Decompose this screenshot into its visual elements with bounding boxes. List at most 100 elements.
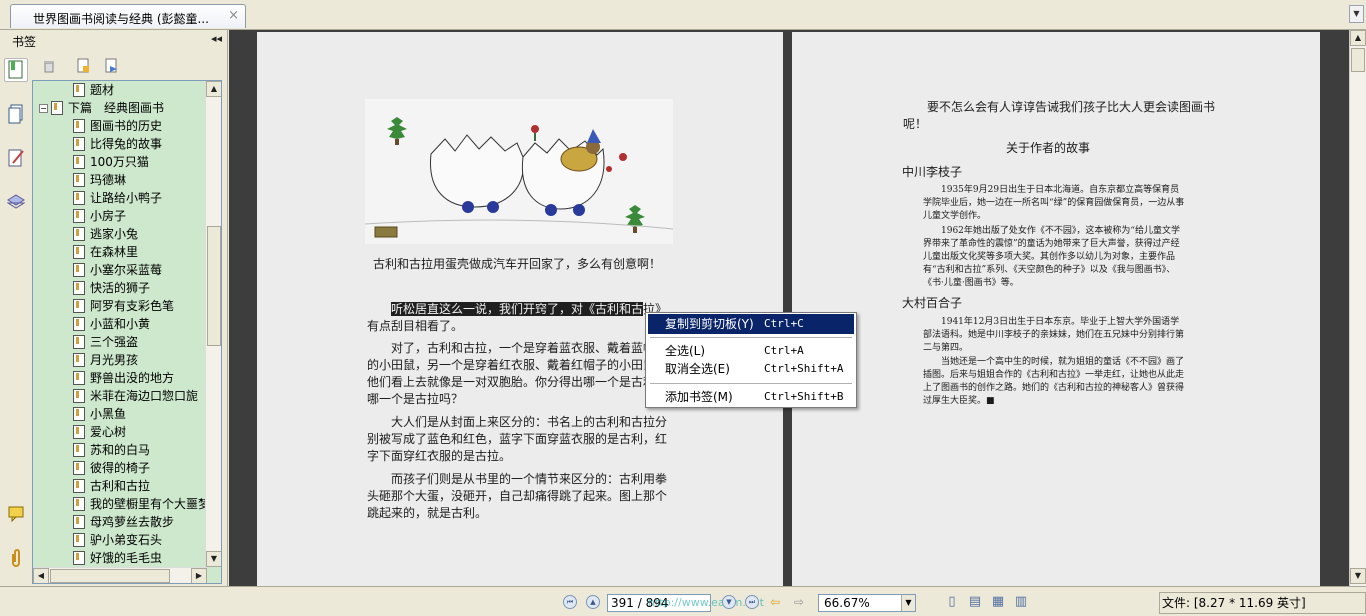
bookmark-horizontal-scrollbar[interactable]: ◀ ▶ (33, 567, 207, 583)
author-2-name: 大村百合子 (902, 296, 963, 310)
continuous-layout-icon[interactable]: ▤ (967, 594, 983, 610)
previous-page-icon[interactable]: ▲ (586, 595, 600, 609)
comments-panel-icon[interactable] (4, 502, 28, 526)
bookmark-item[interactable]: 古利和古拉 (33, 477, 207, 495)
bookmark-item[interactable]: 苏和的白马 (33, 441, 207, 459)
menu-add-bookmark[interactable]: 添加书签(M) Ctrl+Shift+B (648, 387, 854, 407)
paragraph-2: 对了，古利和古拉，一个是穿着蓝衣服、戴着蓝帽子的小田鼠，另一个是穿着红衣服、戴着… (367, 341, 668, 406)
document-vertical-scrollbar[interactable]: ▲ ▼ (1349, 30, 1366, 586)
bookmark-page-icon (73, 299, 85, 313)
bookmark-properties-icon[interactable] (102, 57, 120, 75)
bookmark-item[interactable]: 我的壁橱里有个大噩梦 (33, 495, 207, 513)
zoom-dropdown-icon[interactable]: ▼ (901, 595, 915, 611)
add-bookmark-icon[interactable] (74, 57, 92, 75)
scroll-up-icon[interactable]: ▲ (206, 81, 221, 97)
scroll-right-icon[interactable]: ▶ (191, 568, 207, 583)
bookmark-item[interactable]: 爱心树 (33, 423, 207, 441)
bookmark-page-icon (73, 227, 85, 241)
menu-separator (650, 337, 852, 338)
bookmarks-panel-icon[interactable] (4, 58, 28, 82)
tab-list-dropdown-icon[interactable]: ▼ (1349, 5, 1364, 23)
bookmark-item[interactable]: 好饿的毛毛虫 (33, 549, 207, 567)
bookmark-item[interactable]: 米菲在海边口惣口旎 (33, 387, 207, 405)
bookmark-item[interactable]: 图画书的历史 (33, 117, 207, 135)
bookmark-page-icon (73, 263, 85, 277)
scroll-down-icon[interactable]: ▼ (206, 551, 221, 567)
menu-item-shortcut: Ctrl+Shift+A (764, 362, 844, 375)
zoom-value: 66.67% (824, 596, 870, 610)
first-page-icon[interactable]: ⏮ (563, 595, 577, 609)
bookmark-item[interactable]: 快活的狮子 (33, 279, 207, 297)
doc-scroll-thumb[interactable] (1351, 48, 1365, 72)
tab-bar: 世界图画书阅读与经典 (彭懿童... × ▼ (0, 0, 1366, 30)
bookmark-label: 比得兔的故事 (90, 137, 163, 151)
collapse-node-icon[interactable]: − (39, 103, 48, 113)
horizontal-scroll-thumb[interactable] (50, 569, 170, 583)
bookmark-item[interactable]: 让路给小鸭子 (33, 189, 207, 207)
document-tab[interactable]: 世界图画书阅读与经典 (彭懿童... × (10, 4, 246, 28)
bookmark-page-icon (73, 335, 85, 349)
bookmark-item[interactable]: − 下篇 经典图画书 (33, 99, 207, 117)
next-page-icon[interactable]: ▼ (722, 595, 736, 609)
menu-select-all[interactable]: 全选(L) Ctrl+A (648, 341, 854, 361)
bookmark-label: 三个强盗 (90, 335, 139, 349)
bookmark-item[interactable]: 比得兔的故事 (33, 135, 207, 153)
right-page[interactable]: 要不怎么会有人谆谆告诫我们孩子比大人更会读图画书呢！ 关于作者的故事 中川李枝子… (792, 32, 1320, 586)
bookmark-page-icon (73, 281, 85, 295)
bookmark-toolbar (32, 52, 228, 80)
tab-title: 世界图画书阅读与经典 (彭懿童... (33, 12, 209, 26)
bookmark-item[interactable]: 阿罗有支彩色笔 (33, 297, 207, 315)
bookmark-item[interactable]: 玛德琳 (33, 171, 207, 189)
selected-text[interactable]: 听松居直这么一说，我们开窍了，对《古利和古 (391, 302, 644, 316)
bookmark-item[interactable]: 小蓝和小黄 (33, 315, 207, 333)
bookmark-item[interactable]: 在森林里 (33, 243, 207, 261)
annotation-panel-icon[interactable] (4, 146, 28, 170)
facing-layout-icon[interactable]: ▦ (990, 594, 1006, 610)
bookmark-item[interactable]: 月光男孩 (33, 351, 207, 369)
doc-scroll-down-icon[interactable]: ▼ (1350, 568, 1366, 584)
menu-deselect-all[interactable]: 取消全选(E) Ctrl+Shift+A (648, 359, 854, 379)
bookmark-label: 月光男孩 (90, 353, 139, 367)
bookmark-item[interactable]: 小黑鱼 (33, 405, 207, 423)
bookmark-label: 小房子 (90, 209, 127, 223)
intro-paragraph: 要不怎么会有人谆谆告诫我们孩子比大人更会读图画书呢！ (903, 100, 1216, 131)
bookmark-item[interactable]: 小塞尔采蓝莓 (33, 261, 207, 279)
left-page[interactable]: 古利和古拉用蛋壳做成汽车开回家了，多么有创意啊！ 听松居直这么一说，我们开窍了，… (257, 32, 783, 586)
close-tab-icon[interactable]: × (228, 8, 239, 23)
scroll-left-icon[interactable]: ◀ (33, 568, 49, 583)
doc-scroll-up-icon[interactable]: ▲ (1350, 30, 1366, 46)
bookmark-item[interactable]: 三个强盗 (33, 333, 207, 351)
attachments-panel-icon[interactable] (4, 546, 28, 570)
single-page-layout-icon[interactable]: ▯ (944, 594, 960, 610)
last-page-icon[interactable]: ⏭ (745, 595, 759, 609)
document-viewer[interactable]: 古利和古拉用蛋壳做成汽车开回家了，多么有创意啊！ 听松居直这么一说，我们开窍了，… (229, 30, 1349, 586)
bookmark-list: 题材 − 下篇 经典图画书 图画书的历史比得兔的故事 100万只猫 玛德琳 让路给小鸭子小房… (33, 81, 207, 567)
bookmark-item[interactable]: 逃家小兔 (33, 225, 207, 243)
bookmark-item[interactable]: 彼得的椅子 (33, 459, 207, 477)
bookmark-page-icon (73, 497, 85, 511)
menu-copy-to-clipboard[interactable]: 复制到剪切板(Y) Ctrl+C (648, 314, 854, 334)
bookmark-item[interactable]: 母鸡萝丝去散步 (33, 513, 207, 531)
bookmark-page-icon (73, 83, 85, 97)
bookmark-page-icon (73, 155, 85, 169)
bookmark-label: 苏和的白马 (90, 443, 151, 457)
pages-panel-icon[interactable] (4, 102, 28, 126)
delete-bookmark-icon[interactable] (40, 57, 58, 75)
bookmark-item[interactable]: 野兽出没的地方 (33, 369, 207, 387)
layers-panel-icon[interactable] (4, 190, 28, 214)
collapse-sidebar-icon[interactable]: ◂◂ (211, 32, 222, 45)
zoom-select[interactable]: 66.67% ▼ (818, 594, 916, 612)
scroll-thumb[interactable] (207, 226, 221, 346)
menu-separator (650, 383, 852, 384)
back-arrow-icon[interactable]: ⇦ (770, 595, 780, 609)
bookmark-item[interactable]: 100万只猫 (33, 153, 207, 171)
bookmark-tree: 题材 − 下篇 经典图画书 图画书的历史比得兔的故事 100万只猫 玛德琳 让路给小鸭子小房… (32, 80, 222, 584)
bookmark-item[interactable]: 小房子 (33, 207, 207, 225)
bookmark-vertical-scrollbar[interactable]: ▲ ▼ (205, 81, 221, 567)
continuous-facing-layout-icon[interactable]: ▥ (1013, 594, 1029, 610)
bookmark-item[interactable]: 驴小弟变石头 (33, 531, 207, 549)
forward-arrow-icon[interactable]: ⇨ (794, 595, 804, 609)
bookmark-item[interactable]: 题材 (33, 81, 207, 99)
bookmark-page-icon (73, 353, 85, 367)
paragraph-1[interactable]: 听松居直这么一说，我们开窍了，对《古利和古拉》有点刮目相看了。 (367, 301, 672, 335)
